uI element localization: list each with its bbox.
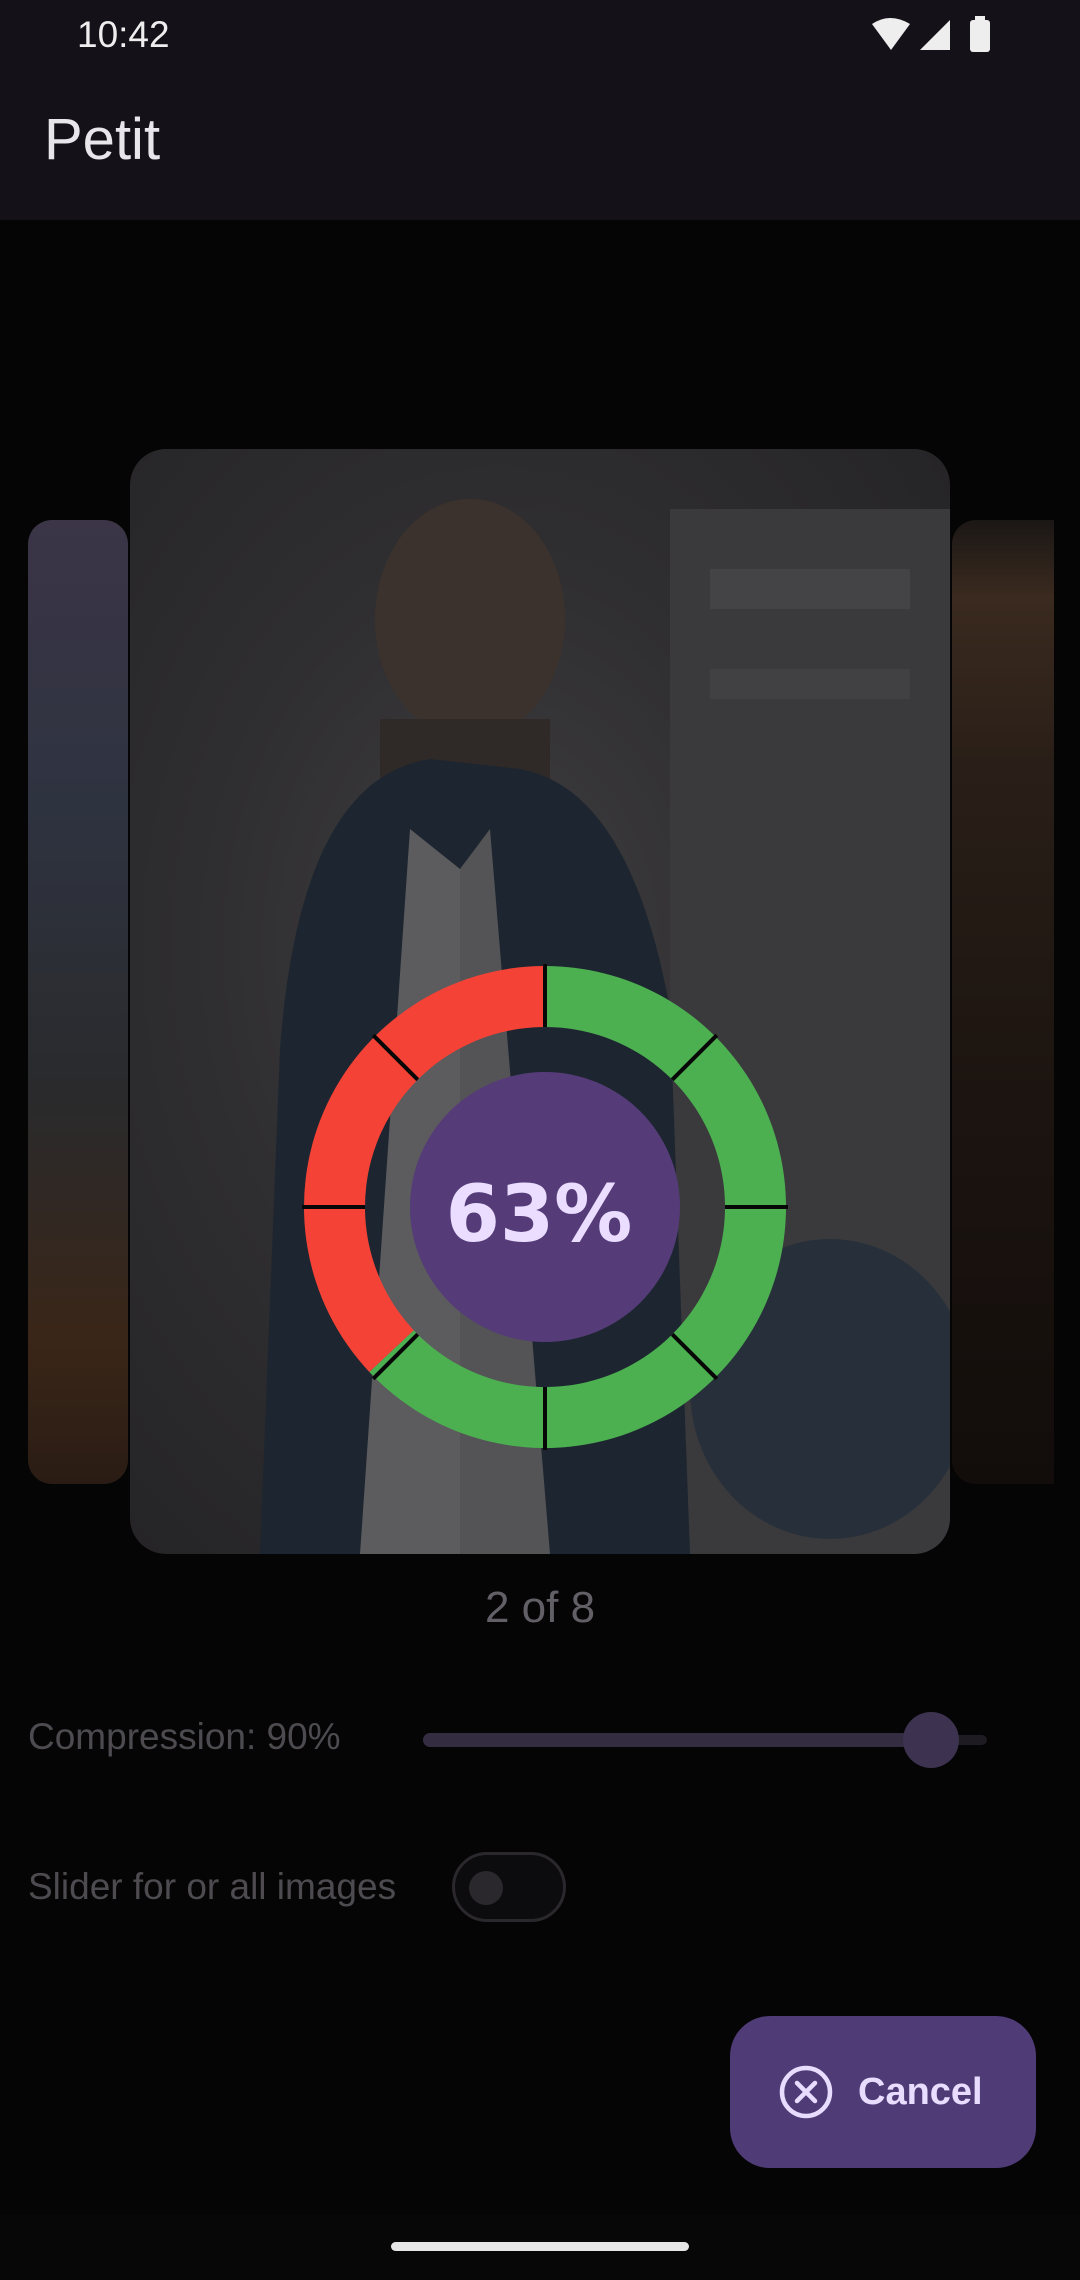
compression-slider[interactable] (423, 1710, 987, 1770)
status-icons (872, 16, 990, 52)
battery-icon (970, 20, 990, 52)
progress-percent: 63% (445, 1170, 633, 1260)
cancel-button[interactable]: Cancel (730, 2016, 1036, 2168)
status-bar: 10:42 (0, 0, 1080, 72)
slider-active-track (423, 1733, 931, 1747)
cancel-circle-icon (779, 2065, 833, 2119)
cancel-label: Cancel (858, 2070, 983, 2113)
switch-thumb (469, 1871, 503, 1905)
slider-thumb[interactable] (902, 1712, 959, 1768)
next-image-card[interactable] (952, 520, 1054, 1484)
apply-all-label: Slider for or all images (28, 1866, 397, 1907)
cellular-signal-icon (920, 20, 950, 50)
wifi-icon (872, 18, 910, 50)
compression-label: Compression: 90% (28, 1716, 341, 1757)
gesture-navigation-bar[interactable] (391, 2242, 689, 2251)
page-indicator: 2 of 8 (484, 1583, 596, 1632)
apply-all-switch[interactable] (452, 1852, 566, 1922)
previous-image-card[interactable] (28, 520, 128, 1484)
top-app-bar: Petit (0, 72, 1080, 220)
app-title: Petit (44, 107, 161, 172)
status-time: 10:42 (77, 14, 170, 55)
